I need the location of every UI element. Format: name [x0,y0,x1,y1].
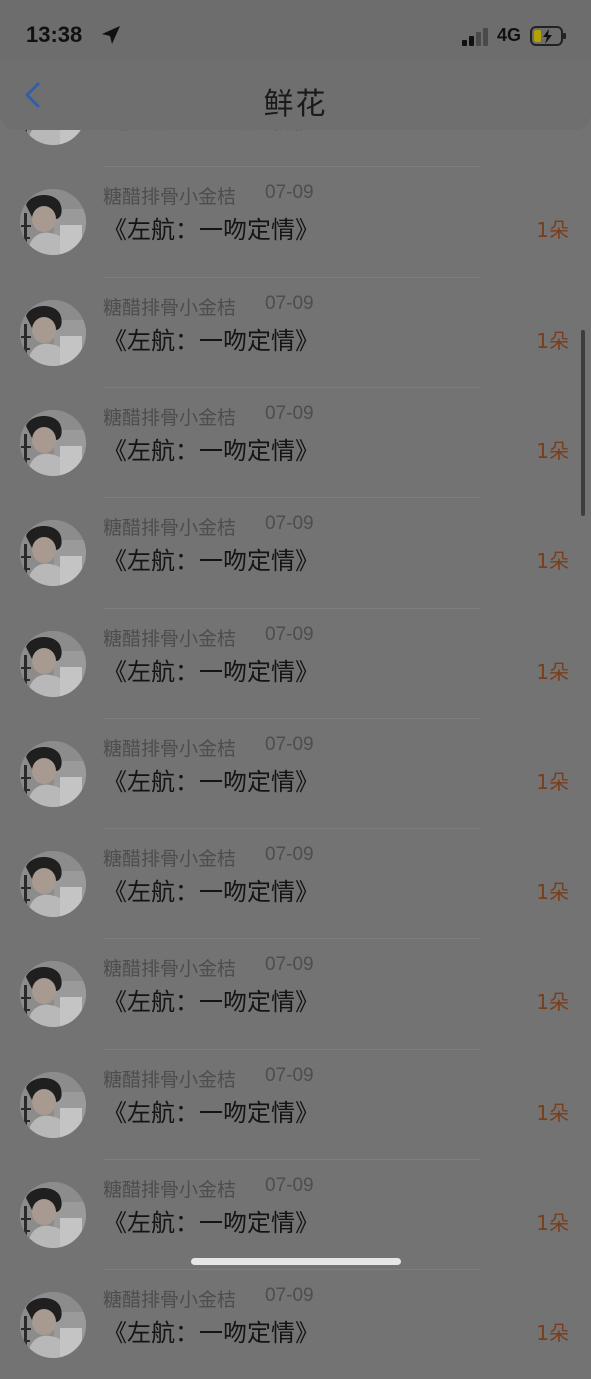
list-item[interactable]: 糖醋排骨小金桔 07-09 《左航：一吻定情》 1朵 [0,717,591,828]
flower-count: 1朵 [536,218,569,243]
avatar[interactable] [20,851,86,918]
list-item[interactable]: 糖醋排骨小金桔 07-09 《左航：一吻定情》 1朵 [0,828,591,938]
row-divider [104,386,481,388]
row-divider [104,1269,481,1271]
avatar[interactable] [20,740,86,807]
date-label: 07-09 [265,292,314,314]
username[interactable]: 糖醋排骨小金桔 [103,1065,236,1092]
book-title[interactable]: 《左航：一吻定情》 [103,541,319,576]
avatar[interactable] [20,961,86,1028]
date-label: 07-09 [265,1064,314,1086]
username[interactable]: 糖醋排骨小金桔 [103,1175,236,1202]
list-item[interactable]: 糖醋排骨小金桔 07-09 《左航：一吻定情》 1朵 [0,166,591,276]
book-title[interactable]: 《左航：一吻定情》 [103,431,319,466]
list-item[interactable]: 糖醋排骨小金桔 07-09 《左航：一吻定情》 1朵 [0,607,591,718]
row-divider [104,1159,481,1160]
date-label: 07-09 [265,844,314,866]
username[interactable]: 糖醋排骨小金桔 [103,182,236,209]
row-divider [104,607,481,609]
navigation-bar: 鲜花 [0,57,591,130]
list-item[interactable]: 糖醋排骨小金桔 07-09 《左航：一吻定情》 1朵 [0,938,591,1048]
username[interactable]: 糖醋排骨小金桔 [103,513,236,540]
avatar[interactable] [20,1182,86,1248]
flower-count: 1朵 [536,438,569,463]
avatar[interactable] [20,189,86,256]
signal-bars-icon [462,28,492,46]
row-divider [104,717,481,719]
row-divider [104,938,481,940]
row-divider [104,1048,481,1050]
status-time: 13:38 [26,22,83,47]
avatar[interactable] [20,520,86,587]
flower-count: 1朵 [536,990,569,1015]
username[interactable]: 糖醋排骨小金桔 [103,293,236,320]
network-label: 4G [497,25,522,45]
username[interactable]: 糖醋排骨小金桔 [103,954,236,981]
date-label: 07-09 [265,1285,314,1307]
book-title[interactable]: 《左航：一吻定情》 [103,321,319,356]
book-title[interactable]: 《左航：一吻定情》 [103,1203,319,1238]
date-label: 07-09 [265,182,314,204]
username[interactable]: 糖醋排骨小金桔 [103,734,236,761]
flower-count: 1朵 [536,769,569,794]
book-title[interactable]: 《左航：一吻定情》 [103,762,319,797]
flower-count: 1朵 [536,1211,569,1235]
book-title[interactable]: 《左航：一吻定情》 [103,210,319,245]
avatar[interactable] [20,630,86,697]
book-title[interactable]: 《左航：一吻定情》 [103,1313,319,1348]
username[interactable]: 糖醋排骨小金桔 [103,844,236,871]
list-item[interactable]: 糖醋排骨小金桔 07-09 《左航：一吻定情》 1朵 [0,1159,591,1269]
book-title[interactable]: 《左航：一吻定情》 [103,652,319,687]
date-label: 07-09 [265,513,314,535]
flower-count: 1朵 [536,880,569,905]
row-divider [104,276,481,278]
username[interactable]: 糖醋排骨小金桔 [103,1285,236,1312]
list-item[interactable]: 糖醋排骨小金桔 07-09 《左航：一吻定情》 1朵 [0,386,591,497]
avatar[interactable] [20,409,86,476]
flower-count: 1朵 [536,1321,569,1346]
status-bar: 13:38 4G [0,0,591,60]
flower-count: 1朵 [536,659,569,684]
list-item[interactable]: 糖醋排骨小金桔 07-09 《左航：一吻定情》 1朵 [0,1269,591,1379]
location-arrow-icon [100,24,122,46]
book-title[interactable]: 《左航：一吻定情》 [103,982,319,1017]
book-title[interactable]: 《左航：一吻定情》 [103,872,319,907]
avatar[interactable] [20,1292,86,1359]
flower-count: 1朵 [536,1100,569,1125]
date-label: 07-09 [265,954,314,976]
home-indicator[interactable] [191,1258,401,1265]
row-divider [104,828,481,830]
date-label: 07-09 [265,733,314,755]
book-title[interactable]: 《左航：一吻定情》 [103,1093,319,1128]
row-divider [104,497,481,499]
avatar[interactable] [20,1071,86,1138]
list-item[interactable]: 糖醋排骨小金桔 07-09 《左航：一吻定情》 1朵 [0,276,591,387]
date-label: 07-09 [265,402,314,424]
battery-charging-icon [530,25,568,47]
date-label: 07-09 [265,1175,314,1196]
list-item[interactable]: 糖醋排骨小金桔 07-09 《左航：一吻定情》 1朵 [0,497,591,607]
username[interactable]: 糖醋排骨小金桔 [103,403,236,430]
list-item[interactable]: 糖醋排骨小金桔 07-09 《左航：一吻定情》 1朵 [0,1048,591,1159]
row-divider [104,166,481,168]
page-title: 鲜花 [263,87,328,122]
flower-count: 1朵 [536,328,569,353]
date-label: 07-09 [265,623,314,645]
flower-count: 1朵 [536,549,569,574]
scrollbar[interactable] [581,330,585,516]
avatar[interactable] [20,299,86,366]
username[interactable]: 糖醋排骨小金桔 [103,624,236,651]
